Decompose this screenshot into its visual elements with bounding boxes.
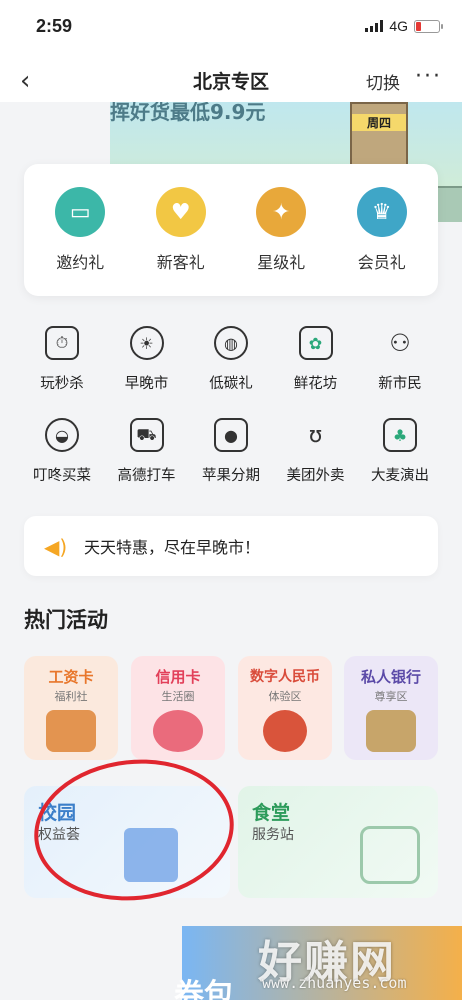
apple-icon: ● <box>214 418 248 452</box>
signal-icon <box>365 20 384 32</box>
activity-subtitle: 尊享区 <box>374 690 408 703</box>
gift-item[interactable]: ✦ 星级礼 <box>236 187 326 273</box>
gift-label: 邀约礼 <box>56 253 105 272</box>
flash-sale-icon: ⏱ <box>45 326 79 360</box>
hot-section-title: 热门活动 <box>24 608 108 632</box>
notice-bar[interactable]: ◀) 天天特惠，尽在早晚市！ <box>24 516 438 576</box>
watermark-url: www.zhuanyes.com <box>262 974 407 992</box>
status-bar: 2:59 4G <box>0 0 462 58</box>
kangaroo-icon: ʊ <box>308 422 323 448</box>
services-row-2: ◒ 叮咚买菜 ⛟ 高德打车 ● 苹果分期 ʊ 美团外卖 ♣ 大麦演出 <box>20 418 442 485</box>
car-icon: ⛟ <box>129 418 164 452</box>
gift-label: 星级礼 <box>257 253 306 272</box>
activity-title: 工资卡 <box>48 668 94 686</box>
service-label: 高德打车 <box>117 468 176 484</box>
chair-illustration <box>366 710 416 752</box>
service-item[interactable]: ◒ 叮咚买菜 <box>20 418 104 485</box>
more-button[interactable]: ··· <box>415 64 442 89</box>
gift-card: ▭ 邀约礼 ♥ 新客礼 ✦ 星级礼 ♛ 会员礼 <box>24 164 438 296</box>
service-label: 美团外卖 <box>286 468 345 484</box>
ticket-icon: ♣ <box>383 418 417 452</box>
activity-subtitle: 生活圈 <box>161 690 195 703</box>
scan-frame-illustration <box>360 826 420 884</box>
service-label: 苹果分期 <box>202 468 260 484</box>
network-label: 4G <box>389 18 408 34</box>
chat-bubble-icon: ▭ <box>55 187 106 237</box>
battery-icon <box>414 19 443 33</box>
service-label: 玩秒杀 <box>40 376 84 392</box>
service-item[interactable]: ⚇ 新市民 <box>358 326 442 393</box>
wide-card-subtitle: 服务站 <box>252 827 294 843</box>
gift-item[interactable]: ▭ 邀约礼 <box>35 187 125 273</box>
people-icon: ⚇ <box>389 329 411 357</box>
status-time: 2:59 <box>36 16 73 36</box>
earth-leaf-icon: ◍ <box>214 326 248 360</box>
flower-pot-icon: ✿ <box>298 326 333 360</box>
activity-subtitle: 福利社 <box>54 690 88 703</box>
vegetable-bowl-icon: ◒ <box>45 418 79 452</box>
activity-title: 信用卡 <box>155 668 201 686</box>
gift-label: 新客礼 <box>156 253 205 272</box>
service-item[interactable]: ⛟ 高德打车 <box>105 418 189 485</box>
activity-title: 数字人民币 <box>250 669 320 685</box>
crown-icon: ♛ <box>356 187 407 237</box>
card-illustration <box>153 710 203 752</box>
activity-subtitle: 体验区 <box>268 690 302 703</box>
sun-moon-icon: ☀ <box>129 326 164 360</box>
banner-day-label: 周四 <box>352 114 406 131</box>
bottom-banner-text: 券包 <box>174 978 234 1000</box>
activity-card-ecny[interactable]: 数字人民币 体验区 <box>238 656 332 760</box>
gift-label: 会员礼 <box>357 253 406 272</box>
gift-item[interactable]: ♥ 新客礼 <box>136 187 226 273</box>
service-item[interactable]: ✿ 鲜花坊 <box>274 326 358 393</box>
service-item[interactable]: ◍ 低碳礼 <box>189 326 273 393</box>
status-right: 4G <box>365 18 443 34</box>
activity-card-private-bank[interactable]: 私人银行 尊享区 <box>344 656 438 760</box>
speaker-icon: ◀) <box>44 535 68 559</box>
service-item[interactable]: ʊ 美团外卖 <box>274 418 358 485</box>
switch-button[interactable]: 切换 <box>366 69 400 94</box>
wide-card-canteen[interactable]: 食堂 服务站 <box>238 786 438 898</box>
service-label: 叮咚买菜 <box>33 468 91 484</box>
service-label: 鲜花坊 <box>293 376 338 392</box>
service-label: 新市民 <box>378 376 422 392</box>
banner-slogan: 挥好货最低9.9元 <box>110 102 266 124</box>
service-label: 大麦演出 <box>371 468 429 484</box>
heart-icon: ♥ <box>155 187 206 237</box>
gift-item[interactable]: ♛ 会员礼 <box>337 187 427 273</box>
service-label: 早晚市 <box>124 376 169 392</box>
activity-title: 私人银行 <box>360 668 421 686</box>
services-row-1: ⏱ 玩秒杀 ☀ 早晚市 ◍ 低碳礼 ✿ 鲜花坊 ⚇ 新市民 <box>20 326 442 393</box>
nav-bar: ‹ 北京专区 切换 ··· <box>0 58 462 102</box>
service-label: 低碳礼 <box>209 376 253 392</box>
activity-card-salary[interactable]: 工资卡 福利社 <box>24 656 118 760</box>
service-item[interactable]: ⏱ 玩秒杀 <box>20 326 104 393</box>
coin-illustration <box>263 710 307 752</box>
service-item[interactable]: ● 苹果分期 <box>189 418 273 485</box>
star-badge-icon: ✦ <box>256 187 307 237</box>
service-item[interactable]: ♣ 大麦演出 <box>358 418 442 485</box>
wide-card-title: 食堂 <box>252 802 291 824</box>
service-item[interactable]: ☀ 早晚市 <box>105 326 189 393</box>
card-illustration <box>46 710 96 752</box>
activity-card-credit[interactable]: 信用卡 生活圈 <box>131 656 225 760</box>
notice-text: 天天特惠，尽在早晚市！ <box>84 538 261 557</box>
